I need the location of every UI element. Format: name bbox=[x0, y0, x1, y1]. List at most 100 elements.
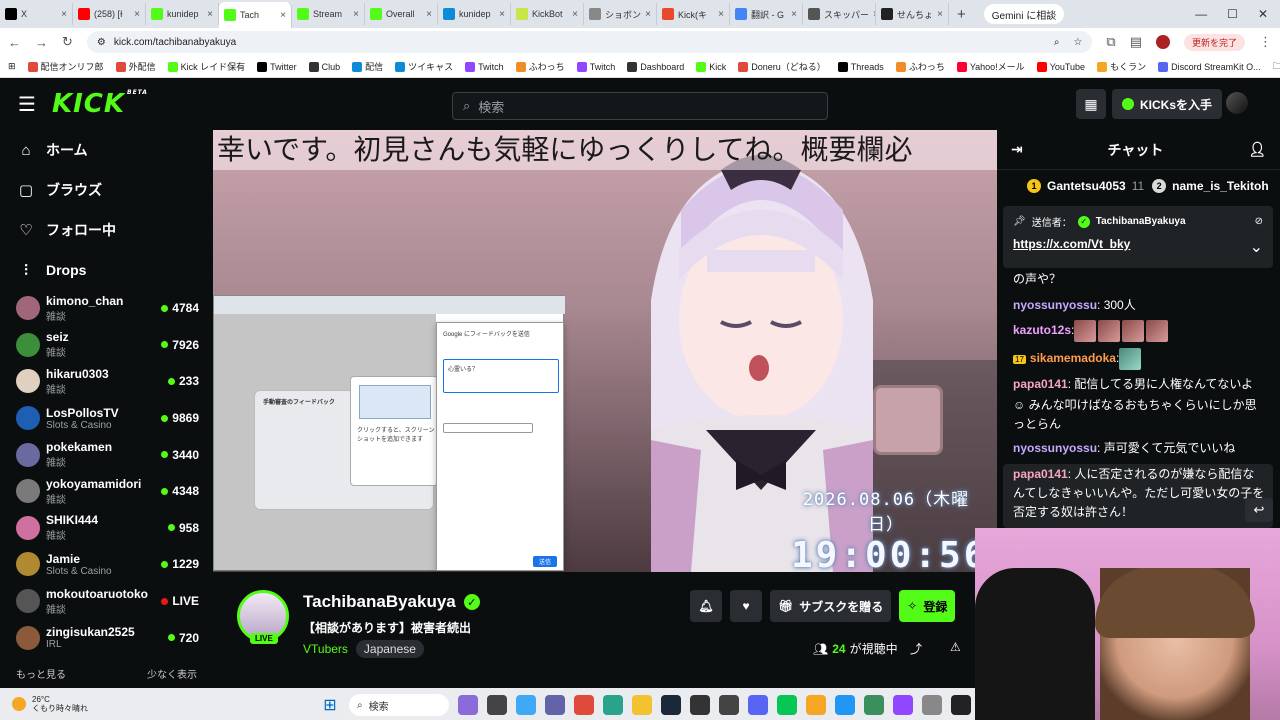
bookmark-item[interactable]: Kick レイド保有 bbox=[167, 60, 245, 73]
minimize-icon[interactable]: — bbox=[1195, 7, 1207, 21]
bookmark-item[interactable]: Twitter bbox=[257, 61, 297, 72]
teams-icon[interactable] bbox=[545, 695, 565, 715]
channel-name[interactable]: TachibanaByakuya bbox=[303, 592, 456, 612]
channel-item[interactable]: mokoutoaruotoko 雑談 LIVE bbox=[0, 583, 213, 620]
twitch-icon[interactable] bbox=[893, 695, 913, 715]
browser-tab[interactable]: 翻訳 - G × bbox=[730, 3, 803, 25]
close-icon[interactable]: × bbox=[645, 9, 651, 20]
hide-pin-icon[interactable]: ⊘ bbox=[1255, 216, 1263, 227]
zoom-icon[interactable]: ⌕ bbox=[1054, 37, 1060, 48]
bookmark-item[interactable]: もくラン bbox=[1097, 60, 1146, 73]
chat-username[interactable]: papa0141 bbox=[1013, 467, 1068, 481]
category-link[interactable]: VTubers bbox=[303, 642, 348, 656]
site-info-icon[interactable]: ⚙ bbox=[97, 37, 106, 48]
browser-tab[interactable]: Kick(キ × bbox=[657, 3, 730, 25]
bookmark-item[interactable]: Threads bbox=[837, 61, 884, 72]
nav-item[interactable]: ♡ フォロー中 bbox=[0, 210, 213, 250]
search-input[interactable]: ⌕ 検索 bbox=[452, 92, 828, 120]
bookmark-item[interactable]: ふわっち bbox=[515, 60, 565, 73]
close-icon[interactable]: × bbox=[499, 9, 505, 20]
taskbar-search[interactable]: ⌕ 検索 bbox=[349, 694, 449, 716]
language-tag[interactable]: Japanese bbox=[355, 640, 424, 658]
channel-item[interactable]: Jamie Slots & Casino 1229 bbox=[0, 546, 213, 583]
close-icon[interactable]: × bbox=[207, 9, 213, 20]
channel-item[interactable]: pokekamen 雑談 3440 bbox=[0, 436, 213, 473]
close-icon[interactable]: × bbox=[572, 9, 578, 20]
close-icon[interactable]: × bbox=[718, 9, 724, 20]
terminal-icon[interactable] bbox=[951, 695, 971, 715]
channel-item[interactable]: LosPollosTV Slots & Casino 9869 bbox=[0, 400, 213, 437]
show-less-link[interactable]: 少なく表示 bbox=[147, 666, 197, 681]
weather-widget[interactable]: 26°C くもり時々晴れ bbox=[12, 695, 88, 713]
follow-button[interactable]: ✧ 登録 bbox=[899, 590, 956, 622]
bookmark-item[interactable]: Kick bbox=[696, 61, 726, 72]
bookmark-item[interactable]: Twitch bbox=[465, 61, 504, 72]
nav-item[interactable]: ⌂ ホーム bbox=[0, 130, 213, 170]
channel-item[interactable]: yokoyamamidori 雑談 4348 bbox=[0, 473, 213, 510]
browser-tab[interactable]: ショボン × bbox=[584, 3, 657, 25]
bookmark-item[interactable]: 外配信 bbox=[115, 60, 156, 73]
nav-item[interactable]: ▢ ブラウズ bbox=[0, 170, 213, 210]
channel-item[interactable]: zingisukan2525 IRL 720 bbox=[0, 619, 213, 656]
close-icon[interactable]: × bbox=[61, 9, 67, 20]
extensions-icon[interactable]: ⧉ bbox=[1106, 34, 1115, 50]
close-icon[interactable]: × bbox=[426, 9, 432, 20]
profile-avatar[interactable] bbox=[1155, 35, 1170, 49]
apps-grid-icon[interactable]: ⊞ bbox=[8, 61, 16, 72]
back-icon[interactable]: ← bbox=[8, 35, 21, 50]
close-icon[interactable]: × bbox=[937, 9, 943, 20]
edge-icon[interactable] bbox=[603, 695, 623, 715]
top-gifter[interactable]: 2 name_is_Tekitoh bbox=[1152, 179, 1269, 193]
browser-tab[interactable]: せんちょ × bbox=[876, 3, 949, 25]
windows-start-icon[interactable]: ⊞ bbox=[320, 695, 340, 715]
file-explorer-icon[interactable] bbox=[632, 695, 652, 715]
top-gifter[interactable]: 1 Gantetsu4053 11 bbox=[1027, 179, 1144, 193]
discord-icon[interactable] bbox=[748, 695, 768, 715]
all-bookmarks-folder[interactable]: 🗀すべてのブックマーク bbox=[1273, 59, 1280, 75]
notepad-icon[interactable] bbox=[864, 695, 884, 715]
bookmark-item[interactable]: ツイキャス bbox=[395, 60, 453, 73]
favorite-button[interactable]: ♥ bbox=[730, 590, 762, 622]
chat-username[interactable]: nyossunyossu bbox=[1013, 441, 1097, 455]
kick-logo[interactable]: KICK BETA bbox=[52, 89, 148, 119]
nav-item[interactable]: ⫶ Drops bbox=[0, 250, 213, 290]
sidepanel-icon[interactable]: ▤ bbox=[1130, 34, 1142, 50]
url-field[interactable]: ⚙ kick.com/tachibanabyakuya ⌕ ☆ bbox=[86, 31, 1093, 53]
channel-item[interactable]: kimono_chan 雑談 4784 bbox=[0, 290, 213, 327]
channel-item[interactable]: SHIKI444 雑談 958 bbox=[0, 510, 213, 547]
bookmark-star-icon[interactable]: ☆ bbox=[1073, 37, 1082, 48]
browser-tab[interactable]: Overall × bbox=[365, 3, 438, 25]
channel-item[interactable]: hikaru0303 雑談 233 bbox=[0, 363, 213, 400]
browser-tab[interactable]: Stream × bbox=[292, 3, 365, 25]
settings-icon[interactable] bbox=[922, 695, 942, 715]
chat-users-icon[interactable]: 👤︎ bbox=[1248, 141, 1266, 158]
chat-username[interactable]: kazuto12s bbox=[1013, 323, 1071, 337]
browser-tab[interactable]: X × bbox=[0, 3, 73, 25]
task-view-icon[interactable] bbox=[487, 695, 507, 715]
chat-username[interactable]: papa0141 bbox=[1013, 377, 1068, 391]
report-icon[interactable]: ⚠ bbox=[950, 640, 961, 654]
app-icon[interactable] bbox=[719, 695, 739, 715]
channel-item[interactable]: seiz 雑談 7926 bbox=[0, 327, 213, 364]
bookmark-item[interactable]: Twitch bbox=[576, 61, 615, 72]
widgets-icon[interactable] bbox=[458, 695, 478, 715]
browser-tab[interactable]: kunidep × bbox=[438, 3, 511, 25]
menu-dots-icon[interactable]: ⋮ bbox=[1259, 34, 1272, 50]
new-tab-button[interactable]: + bbox=[949, 6, 974, 23]
pinned-link[interactable]: https://x.com/Vt_bky bbox=[1013, 237, 1130, 257]
chrome-icon[interactable] bbox=[574, 695, 594, 715]
close-icon[interactable]: × bbox=[353, 9, 359, 20]
bookmark-item[interactable]: YouTube bbox=[1036, 61, 1085, 72]
notification-button[interactable]: 🔔︎ bbox=[690, 590, 722, 622]
chat-username[interactable]: sikamemadoka bbox=[1030, 351, 1116, 365]
copilot-icon[interactable] bbox=[516, 695, 536, 715]
browser-tab[interactable]: (258) [Ɨ × bbox=[73, 3, 146, 25]
close-icon[interactable]: × bbox=[280, 10, 286, 21]
app-icon[interactable] bbox=[835, 695, 855, 715]
collapse-chat-icon[interactable]: ⇥ bbox=[1011, 141, 1023, 158]
line-icon[interactable] bbox=[777, 695, 797, 715]
close-window-icon[interactable]: ✕ bbox=[1258, 7, 1268, 21]
chevron-down-icon[interactable]: ⌄ bbox=[1250, 237, 1263, 257]
browser-tab[interactable]: Tach × bbox=[219, 2, 292, 28]
gift-sub-button[interactable]: 🎁︎ サブスクを贈る bbox=[770, 590, 892, 622]
